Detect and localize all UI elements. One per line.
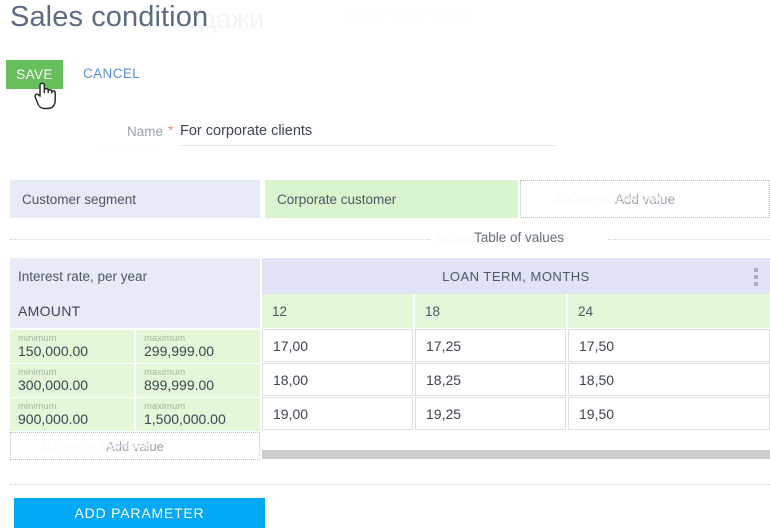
horizontal-scrollbar-thumb[interactable] [262, 450, 770, 459]
amount-min-value: 300,000.00 [18, 377, 89, 393]
term-column-header-2[interactable]: 24 [568, 294, 770, 328]
term-column-header-1[interactable]: 18 [415, 294, 566, 328]
values-table-add-ghost-artifact: Добавить значение [42, 438, 150, 452]
add-parameter-button[interactable]: ADD PARAMETER [14, 498, 265, 528]
name-label: Name [127, 124, 164, 139]
amount-header: AMOUNT [10, 294, 260, 328]
rate-cell[interactable]: 19,50 [568, 397, 770, 430]
amount-max-cell[interactable]: maximum 899,999.00 [136, 364, 260, 397]
rate-cell[interactable]: 18,25 [415, 363, 566, 396]
amount-min-value: 150,000.00 [18, 343, 89, 359]
column-axis-label: LOAN TERM, MONTHS [442, 268, 590, 284]
rate-cell[interactable]: 19,00 [262, 397, 413, 430]
save-button[interactable]: SAVE [6, 60, 63, 89]
amount-min-value: 900,000.00 [18, 411, 89, 427]
column-axis-header[interactable]: LOAN TERM, MONTHS [262, 258, 770, 294]
amount-min-cell[interactable]: minimum 150,000.00 [10, 330, 134, 363]
parameter-name-cell[interactable]: Customer segment [10, 180, 260, 218]
cancel-button[interactable]: CANCEL [83, 66, 140, 81]
rate-cell[interactable]: 18,50 [568, 363, 770, 396]
name-ghost-artifact: Название [100, 140, 154, 154]
parameter-value-cell[interactable]: Corporate customer [265, 180, 518, 218]
amount-max-value: 1,500,000.00 [144, 411, 226, 427]
rate-cell[interactable]: 18,00 [262, 363, 413, 396]
amount-min-cell[interactable]: minimum 300,000.00 [10, 364, 134, 397]
row-axis-label: Interest rate, per year [10, 258, 260, 294]
required-asterisk: * [168, 122, 174, 138]
rate-cell[interactable]: 17,25 [415, 329, 566, 362]
rate-cell[interactable]: 17,00 [262, 329, 413, 362]
footer-divider [10, 484, 770, 485]
vertical-ellipsis-icon[interactable] [754, 268, 758, 286]
rate-cell[interactable]: 17,50 [568, 329, 770, 362]
amount-max-value: 299,999.00 [144, 343, 215, 359]
term-column-header-0[interactable]: 12 [262, 294, 413, 328]
amount-min-cell[interactable]: minimum 900,000.00 [10, 398, 134, 431]
ghost-title-small-artifact: Лучший процент для вас [345, 9, 472, 21]
rate-cell[interactable]: 19,25 [415, 397, 566, 430]
horizontal-scrollbar[interactable] [262, 450, 770, 472]
sales-condition-form: одажи Лучший процент для вас ия Sales co… [0, 0, 770, 530]
name-input-underline [180, 145, 555, 146]
table-of-values-label: Table of values [474, 230, 565, 245]
page-title: Sales condition [10, 1, 209, 33]
table-of-values-divider-left [10, 239, 430, 240]
amount-max-value: 899,999.00 [144, 377, 215, 393]
parameter-add-ghost-artifact: Добавить значение [556, 191, 664, 205]
amount-max-cell[interactable]: maximum 299,999.00 [136, 330, 260, 363]
table-of-values-divider-right [608, 239, 770, 240]
amount-max-cell[interactable]: maximum 1,500,000.00 [136, 398, 260, 431]
parameter-row: Customer segment Corporate customer Add … [0, 180, 770, 218]
name-input[interactable]: For corporate clients [180, 123, 312, 139]
